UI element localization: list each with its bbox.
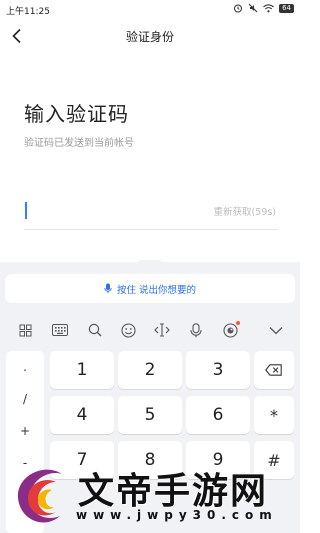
digit-key-6[interactable]: 6: [186, 396, 250, 434]
keyboard-handle[interactable]: [138, 260, 162, 266]
battery-indicator: 64: [279, 3, 294, 13]
digit-key-2[interactable]: 2: [118, 351, 182, 389]
sticker-icon[interactable]: [218, 314, 242, 346]
voice-input-bar[interactable]: 按住 说出你想要的: [5, 274, 295, 303]
status-icons: 64: [233, 3, 294, 13]
chevron-down-icon[interactable]: [264, 314, 288, 346]
microphone-icon[interactable]: [184, 314, 208, 346]
keyboard-icon[interactable]: [48, 314, 72, 346]
asterisk-key[interactable]: *: [254, 396, 294, 434]
verification-code-input[interactable]: 重新获取(59s): [24, 196, 278, 230]
verification-heading: 输入验证码: [24, 102, 129, 126]
cursor-icon[interactable]: [150, 314, 174, 346]
digit-key-3[interactable]: 3: [186, 351, 250, 389]
status-bar: 上午11:25 64: [0, 0, 300, 20]
voice-input-label: 按住 说出你想要的: [116, 284, 197, 296]
digit-key-9[interactable]: 9: [186, 441, 250, 479]
symbol-key-plus[interactable]: +: [6, 415, 44, 447]
grid-icon[interactable]: [13, 314, 37, 346]
digit-key-4[interactable]: 4: [50, 396, 114, 434]
soft-keyboard: 按住 说出你想要的 . / + - 1 2 3 4 5 6 7 8 9 * #: [0, 260, 300, 533]
symbol-key-minus[interactable]: -: [6, 447, 44, 479]
symbol-key-dot[interactable]: .: [6, 351, 44, 383]
status-time: 上午11:25: [6, 7, 50, 17]
mute-icon: [248, 3, 258, 13]
hash-key[interactable]: #: [254, 441, 294, 479]
microphone-icon: [104, 283, 112, 294]
digit-key-8[interactable]: 8: [118, 441, 182, 479]
text-caret: [25, 202, 27, 219]
resend-code-button[interactable]: 重新获取(59s): [214, 204, 276, 218]
symbol-column: . / + -: [6, 351, 44, 533]
emoji-icon[interactable]: [116, 314, 140, 346]
digit-key-1[interactable]: 1: [50, 351, 114, 389]
symbol-key-slash[interactable]: /: [6, 383, 44, 415]
wifi-icon: [263, 3, 274, 13]
alarm-icon: [233, 3, 243, 13]
notification-dot: [236, 321, 240, 325]
backspace-key[interactable]: [254, 351, 294, 389]
search-icon[interactable]: [83, 314, 107, 346]
verification-subtitle: 验证码已发送到当前帐号: [24, 138, 134, 149]
backspace-icon: [265, 364, 282, 376]
digit-key-7[interactable]: 7: [50, 441, 114, 479]
app-header: 验证身份: [0, 20, 300, 52]
keyboard-toolbar: [0, 314, 300, 346]
page-title: 验证身份: [125, 30, 174, 44]
digit-key-5[interactable]: 5: [118, 396, 182, 434]
